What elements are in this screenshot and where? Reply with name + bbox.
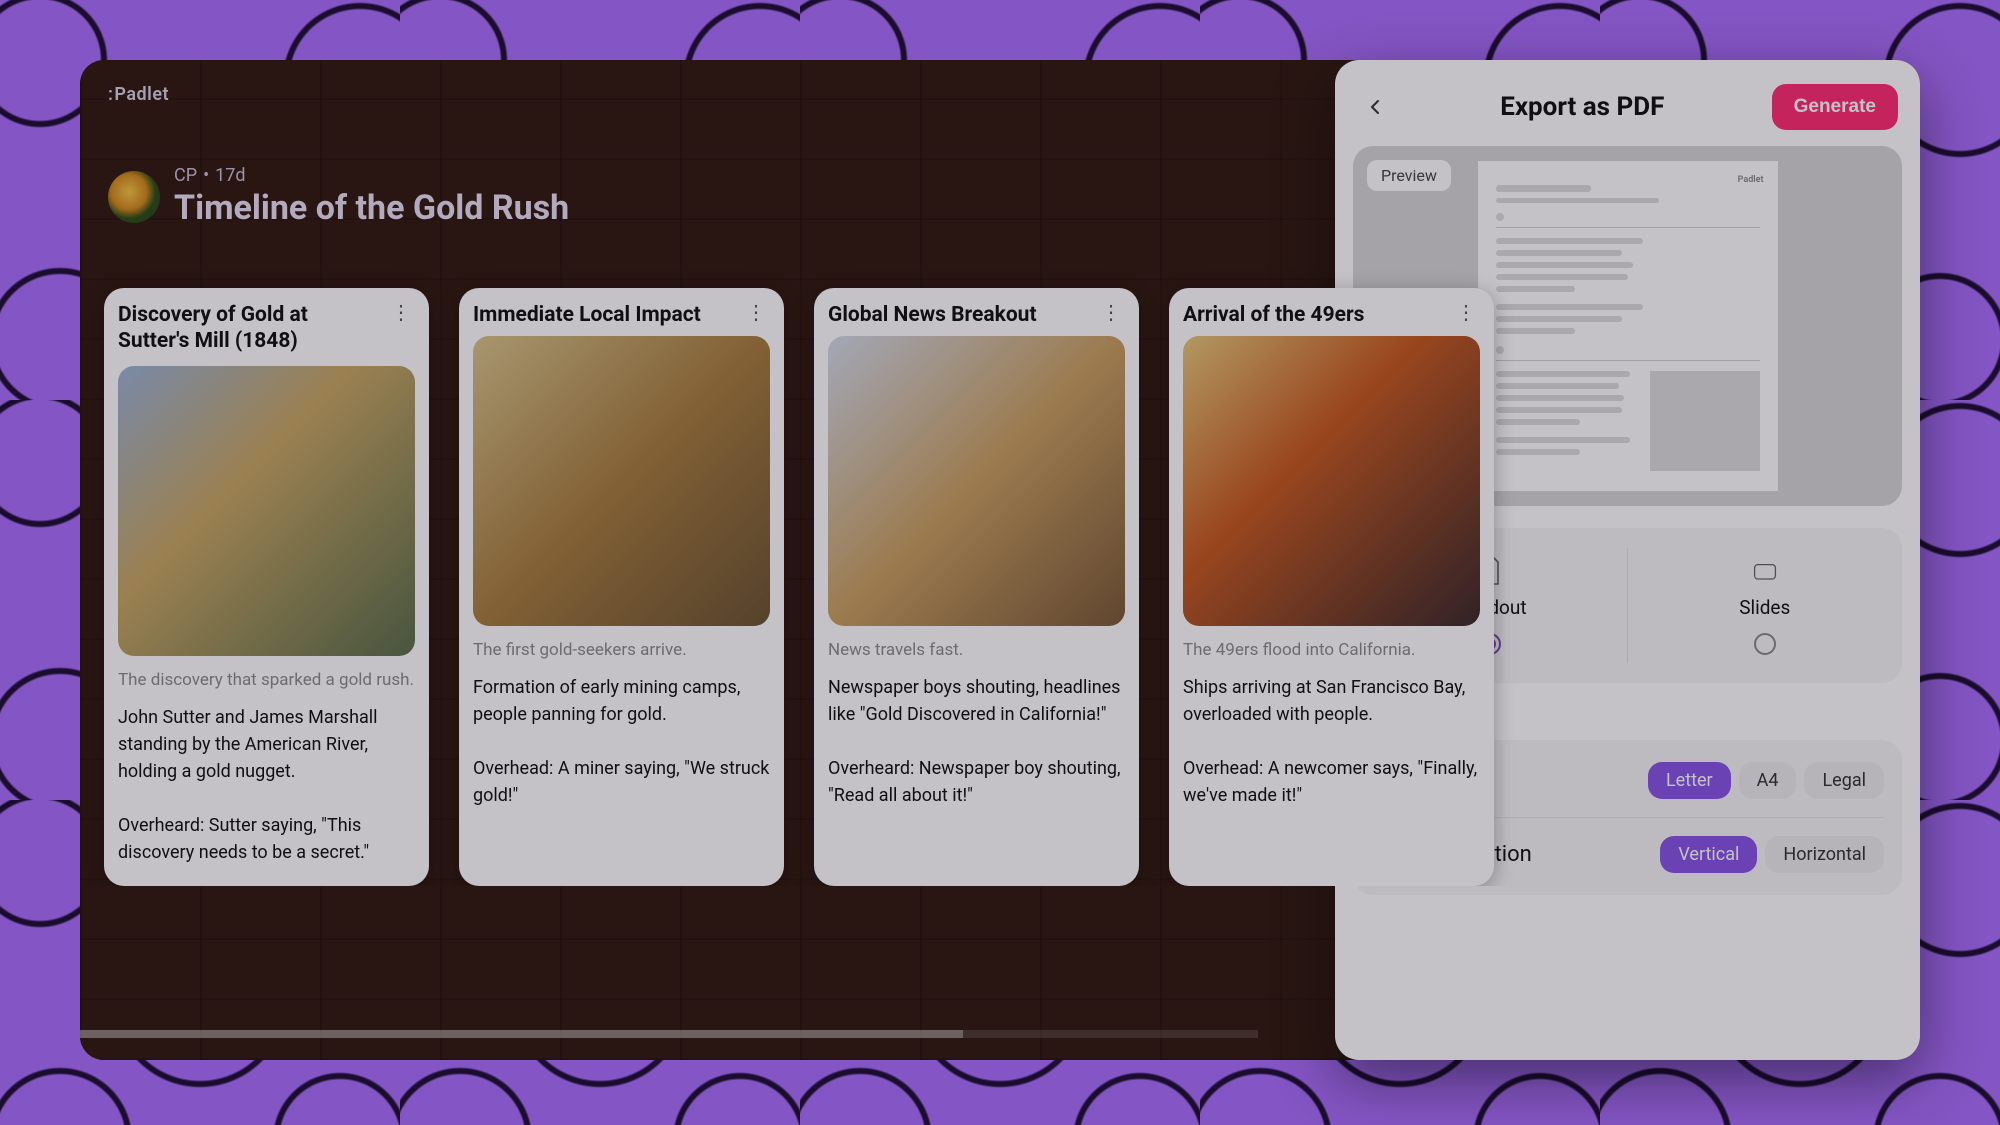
app-window: Padlet CP•17d Timeline of the Gold Rush … [80,60,1920,1060]
modal-dim-overlay [80,60,1920,1060]
